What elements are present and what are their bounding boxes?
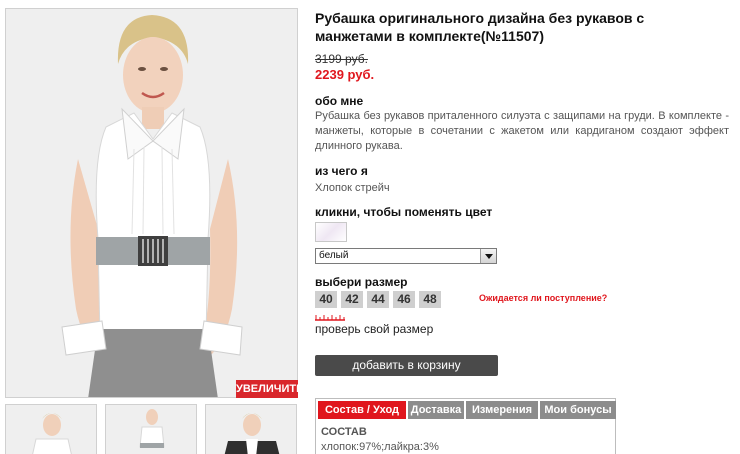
about-text: Рубашка без рукавов приталенного силуэта… (315, 110, 729, 152)
main-product-photo[interactable] (5, 8, 298, 398)
tab-delivery[interactable]: Доставка (408, 401, 464, 419)
thumbnail[interactable] (205, 404, 297, 454)
color-select[interactable]: белый (315, 248, 497, 264)
tab-composition-care[interactable]: Состав / Уход (318, 401, 406, 419)
size-option-42[interactable]: 42 (341, 291, 363, 308)
tab-bonuses[interactable]: Мои бонусы (540, 401, 616, 419)
chevron-down-icon[interactable] (480, 249, 496, 263)
tab-measurements[interactable]: Измерения (466, 401, 538, 419)
size-option-40[interactable]: 40 (315, 291, 337, 308)
thumbnail[interactable] (105, 404, 197, 454)
material-heading: из чего я (315, 164, 368, 178)
product-title: Рубашка оригинального дизайна без рукаво… (315, 10, 645, 44)
check-size-link[interactable]: проверь свой размер (315, 322, 433, 336)
availability-link[interactable]: Ожидается ли поступление? (479, 293, 607, 303)
size-option-48[interactable]: 48 (419, 291, 441, 308)
size-option-46[interactable]: 46 (393, 291, 415, 308)
tab-content-text: хлопок:97%;лайкра:3% (321, 441, 439, 453)
add-to-cart-button[interactable]: добавить в корзину (315, 355, 498, 376)
zoom-button[interactable]: УВЕЛИЧИТЬ (236, 380, 304, 398)
info-tabs-panel: Состав / Уход Доставка Измерения Мои бон… (315, 398, 616, 454)
thumbnail-image (6, 405, 96, 454)
about-heading: обо мне (315, 94, 364, 108)
material-text: Хлопок стрейч (315, 182, 390, 194)
thumbnail-image (206, 405, 296, 454)
thumbnail-image (106, 405, 196, 454)
size-option-44[interactable]: 44 (367, 291, 389, 308)
color-heading: кликни, чтобы поменять цвет (315, 205, 493, 219)
color-select-value: белый (319, 250, 349, 261)
ruler-icon[interactable] (315, 315, 345, 321)
tab-content-title: СОСТАВ (321, 426, 367, 438)
size-heading: выбери размер (315, 275, 408, 289)
new-price: 2239 руб. (315, 67, 375, 82)
old-price: 3199 руб. (315, 52, 368, 66)
color-swatch-white[interactable] (315, 222, 347, 242)
thumbnail[interactable] (5, 404, 97, 454)
model-illustration (6, 9, 297, 397)
